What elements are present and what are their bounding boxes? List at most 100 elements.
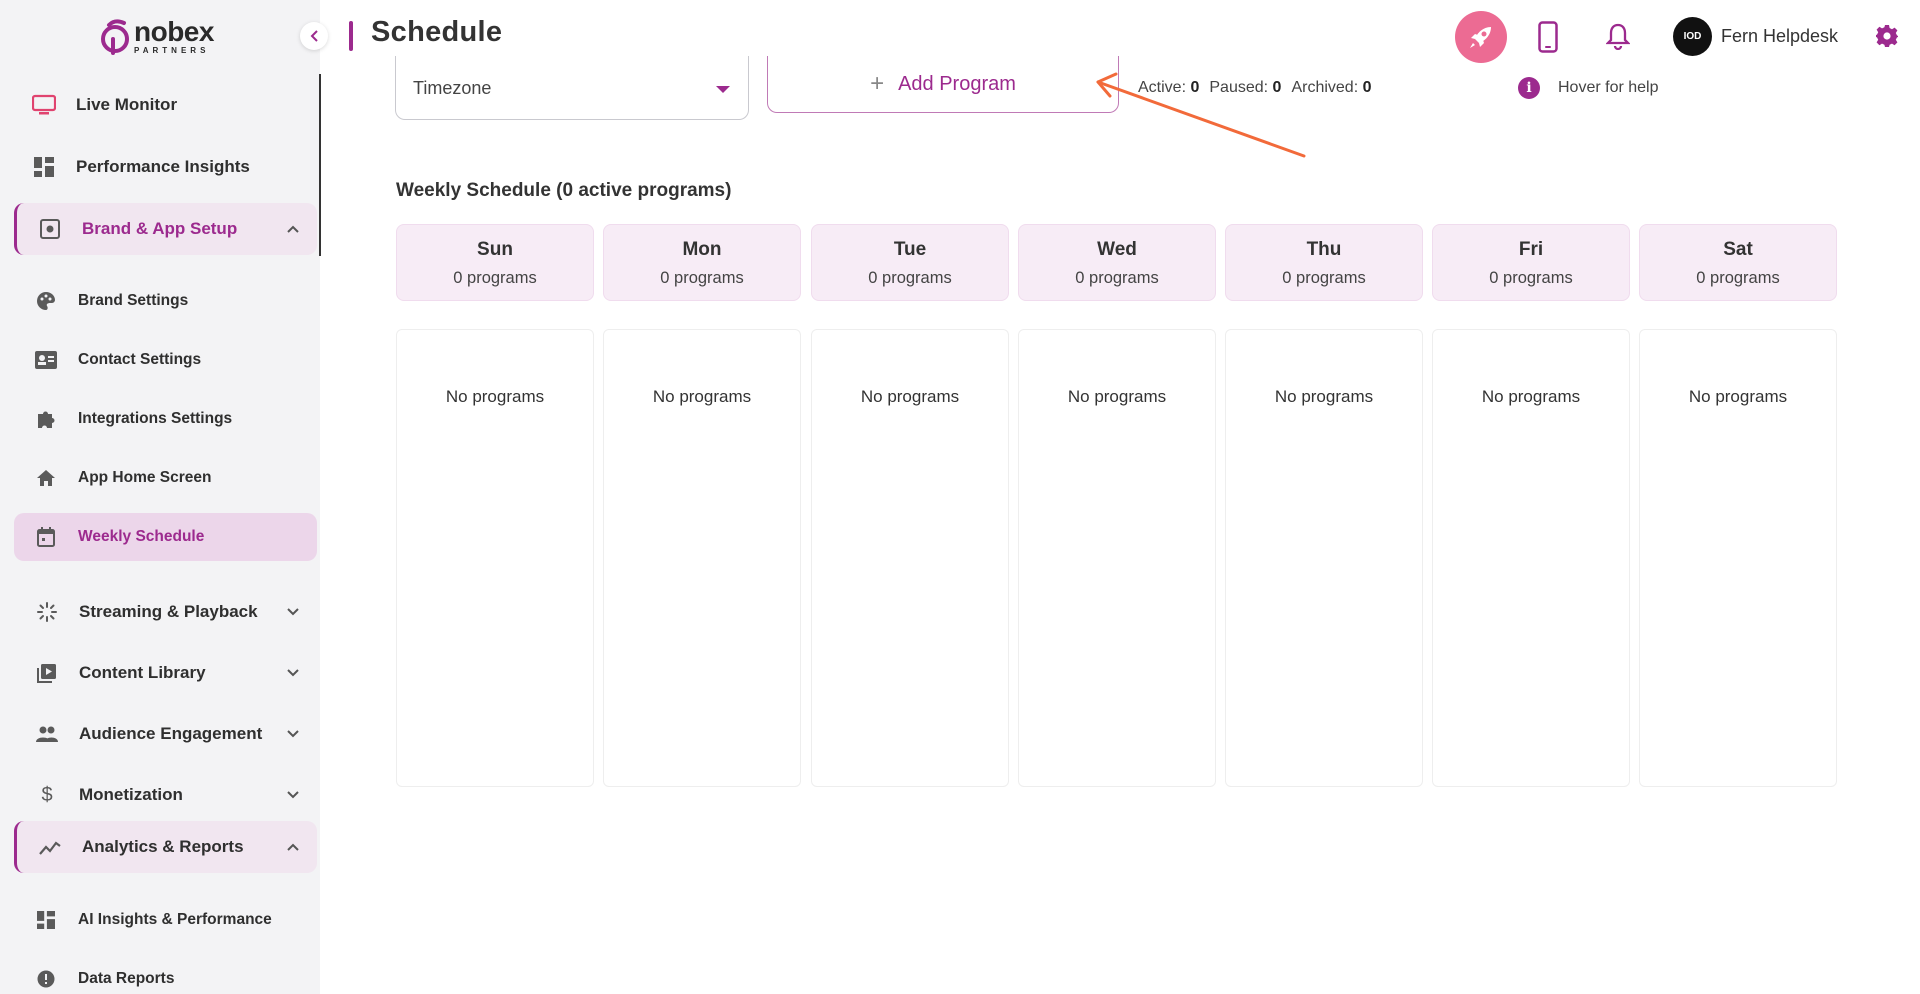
timezone-select[interactable]: Timezone: [395, 56, 749, 120]
info-icon: i: [1518, 77, 1540, 99]
app-settings-icon: [38, 217, 62, 241]
sidebar-section-label: Brand & App Setup: [82, 219, 238, 238]
add-program-label: Add Program: [898, 72, 1016, 95]
sidebar-item-brand-settings[interactable]: Brand Settings: [14, 277, 317, 325]
sidebar-item-integrations-settings[interactable]: Integrations Settings: [14, 395, 317, 443]
day-column-sun[interactable]: No programs: [396, 329, 594, 787]
logo-mark-icon: [101, 19, 129, 55]
caret-down-icon: [716, 86, 730, 93]
sidebar-divider: [319, 74, 321, 256]
empty-state: No programs: [1067, 387, 1167, 406]
sidebar-item-label: Integrations Settings: [78, 410, 233, 427]
sidebar-collapse-button[interactable]: [300, 22, 328, 50]
empty-state: No programs: [1481, 387, 1581, 406]
chevron-up-icon: [285, 221, 301, 237]
day-column-mon[interactable]: No programs: [603, 329, 801, 787]
sidebar-section-label: Analytics & Reports: [82, 837, 244, 856]
dashboard-icon: [32, 155, 56, 179]
calendar-icon: [34, 525, 58, 549]
sidebar-item-label: Live Monitor: [76, 95, 178, 114]
brand-logo[interactable]: nobex PARTNERS: [100, 14, 214, 58]
sidebar-section-monetization[interactable]: $ Monetization: [14, 769, 317, 821]
help-hint[interactable]: i Hover for help: [1518, 77, 1659, 99]
sidebar-section-label: Monetization: [79, 785, 183, 804]
dashboard-icon: [34, 908, 58, 932]
day-column-sat[interactable]: No programs: [1639, 329, 1837, 787]
rocket-icon: [1470, 27, 1491, 48]
empty-state: No programs: [652, 387, 752, 406]
phone-icon: [1538, 21, 1558, 53]
sidebar-item-data-reports[interactable]: Data Reports: [14, 955, 317, 994]
gear-icon: [1876, 25, 1898, 47]
settings-button[interactable]: [1873, 22, 1901, 50]
sidebar-item-performance-insights[interactable]: Performance Insights: [14, 143, 317, 191]
monitor-icon: [32, 93, 56, 117]
sidebar-section-analytics-reports[interactable]: Analytics & Reports: [14, 821, 317, 873]
page-title-accent: [349, 21, 353, 51]
weekly-schedule-title: Weekly Schedule (0 active programs): [396, 180, 732, 201]
sidebar: nobex PARTNERS Live Monitor Performance …: [0, 0, 321, 994]
avatar-text: IOD: [1683, 31, 1702, 42]
empty-state: No programs: [1274, 387, 1374, 406]
plus-icon: +: [870, 70, 885, 97]
sidebar-section-label: Content Library: [79, 663, 206, 682]
sidebar-item-ai-insights[interactable]: AI Insights & Performance: [14, 896, 317, 944]
empty-state: No programs: [445, 387, 545, 406]
sidebar-item-label: App Home Screen: [78, 469, 212, 486]
sidebar-section-streaming-playback[interactable]: Streaming & Playback: [14, 586, 317, 638]
sidebar-item-live-monitor[interactable]: Live Monitor: [14, 81, 317, 129]
day-header-fri: Fri 0 programs: [1432, 224, 1630, 301]
help-text: Hover for help: [1558, 79, 1659, 96]
avatar[interactable]: IOD: [1673, 17, 1712, 56]
archived-count: 0: [1362, 79, 1372, 96]
day-header-thu: Thu 0 programs: [1225, 224, 1423, 301]
day-header-sat: Sat 0 programs: [1639, 224, 1837, 301]
day-header-mon: Mon 0 programs: [603, 224, 801, 301]
sidebar-item-label: Data Reports: [78, 970, 175, 987]
chevron-down-icon: [285, 787, 301, 803]
sidebar-section-label: Audience Engagement: [79, 724, 263, 743]
day-column-wed[interactable]: No programs: [1018, 329, 1216, 787]
people-icon: [35, 722, 59, 746]
notifications-button[interactable]: [1603, 21, 1633, 51]
user-name[interactable]: Fern Helpdesk: [1721, 26, 1838, 47]
chevron-up-icon: [285, 839, 301, 855]
chevron-down-icon: [285, 604, 301, 620]
brand-name: nobex: [134, 15, 214, 47]
sidebar-item-app-home-screen[interactable]: App Home Screen: [14, 454, 317, 502]
home-icon: [34, 466, 58, 490]
sidebar-item-contact-settings[interactable]: Contact Settings: [14, 336, 317, 384]
sidebar-section-label: Streaming & Playback: [79, 602, 258, 621]
page-title: Schedule: [371, 16, 503, 48]
mobile-preview-button[interactable]: [1535, 20, 1561, 54]
library-icon: [35, 661, 59, 685]
brand-subtitle: PARTNERS: [134, 45, 210, 55]
day-column-thu[interactable]: No programs: [1225, 329, 1423, 787]
day-header-sun: Sun 0 programs: [396, 224, 594, 301]
day-header-wed: Wed 0 programs: [1018, 224, 1216, 301]
sidebar-section-brand-app-setup[interactable]: Brand & App Setup: [14, 203, 317, 255]
contact-card-icon: [34, 348, 58, 372]
puzzle-icon: [34, 407, 58, 431]
bell-icon: [1606, 23, 1630, 50]
chevron-left-icon: [310, 30, 318, 42]
analytics-icon: [38, 835, 62, 859]
sidebar-item-weekly-schedule[interactable]: Weekly Schedule: [14, 513, 317, 561]
sidebar-item-label: Weekly Schedule: [78, 528, 205, 545]
palette-icon: [34, 289, 58, 313]
chevron-down-icon: [285, 665, 301, 681]
rocket-button[interactable]: [1455, 11, 1507, 63]
add-program-button[interactable]: + Add Program: [767, 56, 1119, 113]
empty-state: No programs: [1688, 387, 1788, 406]
sidebar-section-audience-engagement[interactable]: Audience Engagement: [14, 708, 317, 760]
sidebar-item-label: Brand Settings: [78, 292, 189, 309]
sidebar-item-label: Contact Settings: [78, 351, 202, 368]
day-header-tue: Tue 0 programs: [811, 224, 1009, 301]
day-column-fri[interactable]: No programs: [1432, 329, 1630, 787]
annotation-arrow-icon: [1096, 72, 1306, 158]
timezone-label: Timezone: [413, 78, 492, 98]
sidebar-item-label: Performance Insights: [76, 157, 250, 176]
dollar-icon: $: [41, 783, 53, 806]
day-column-tue[interactable]: No programs: [811, 329, 1009, 787]
sidebar-section-content-library[interactable]: Content Library: [14, 647, 317, 699]
